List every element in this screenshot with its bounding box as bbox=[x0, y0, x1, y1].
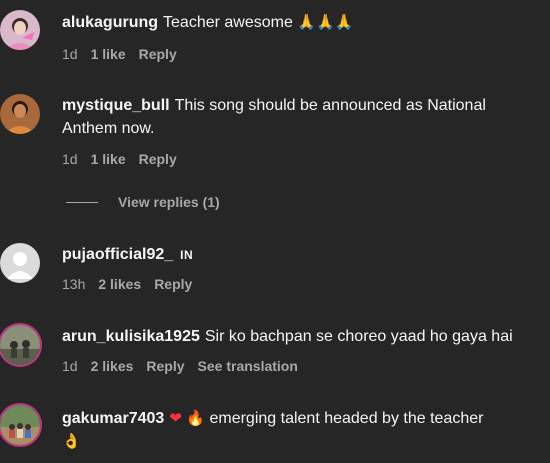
comment-meta: 1d 2 likes Reply See translation bbox=[62, 358, 298, 374]
avatar[interactable] bbox=[0, 405, 40, 445]
see-translation-button[interactable]: See translation bbox=[198, 358, 298, 374]
comment-body: alukagurung Teacher awesome 🙏🙏🙏 bbox=[62, 11, 540, 34]
profile-photo-icon bbox=[0, 94, 40, 134]
comment-body: arun_kulisika1925 Sir ko bachpan se chore… bbox=[62, 325, 540, 348]
comment-username[interactable]: mystique_bull bbox=[62, 97, 170, 114]
red-heart-icon: ❤ bbox=[169, 409, 182, 427]
view-replies-button[interactable]: View replies (1) bbox=[66, 194, 220, 210]
view-replies-label[interactable]: View replies (1) bbox=[118, 194, 220, 210]
comment-username[interactable]: alukagurung bbox=[62, 14, 158, 31]
comment-text: Teacher awesome bbox=[163, 14, 293, 31]
folded-hands-icon: 🙏 bbox=[316, 13, 335, 31]
ok-hand-icon: 👌 bbox=[62, 432, 81, 450]
reply-button[interactable]: Reply bbox=[139, 46, 177, 62]
profile-photo-icon bbox=[0, 405, 40, 445]
comment-body: pujaofficial92_ IN bbox=[62, 243, 540, 267]
comment-username[interactable]: gakumar7403 bbox=[62, 410, 164, 427]
comment-time: 1d bbox=[62, 46, 78, 62]
reply-button[interactable]: Reply bbox=[146, 358, 184, 374]
comment-meta: 1d 1 like Reply bbox=[62, 46, 177, 62]
default-avatar-icon bbox=[0, 243, 40, 283]
reply-button[interactable]: Reply bbox=[154, 276, 192, 292]
reply-button[interactable]: Reply bbox=[139, 151, 177, 167]
comment-text: Sir ko bachpan se choreo yaad ho gaya ha… bbox=[204, 328, 513, 345]
likes-count[interactable]: 2 likes bbox=[91, 358, 134, 374]
country-badge: IN bbox=[180, 248, 194, 262]
avatar[interactable] bbox=[0, 10, 40, 50]
fire-icon: 🔥 bbox=[186, 409, 206, 427]
comment-time: 1d bbox=[62, 151, 78, 167]
comment-time: 1d bbox=[62, 358, 78, 374]
likes-count[interactable]: 1 like bbox=[91, 151, 126, 167]
comment-text: emerging talent headed by the teacher bbox=[209, 410, 484, 427]
comment-username[interactable]: pujaofficial92_ bbox=[62, 246, 173, 263]
profile-photo-icon bbox=[0, 10, 40, 50]
avatar[interactable] bbox=[0, 243, 40, 283]
comment-meta: 13h 2 likes Reply bbox=[62, 276, 192, 292]
comment-body: mystique_bull This song should be announc… bbox=[62, 94, 540, 140]
comment-meta: 1d 1 like Reply bbox=[62, 151, 177, 167]
likes-count[interactable]: 2 likes bbox=[98, 276, 141, 292]
folded-hands-icon: 🙏 bbox=[297, 13, 316, 31]
folded-hands-icon: 🙏 bbox=[334, 13, 354, 31]
comment-username[interactable]: arun_kulisika1925 bbox=[62, 328, 200, 345]
profile-photo-icon bbox=[0, 325, 40, 365]
comment-body: gakumar7403 ❤ 🔥 emerging talent headed by… bbox=[62, 407, 540, 453]
replies-divider bbox=[66, 201, 98, 203]
avatar[interactable] bbox=[0, 325, 40, 365]
comment-time: 13h bbox=[62, 276, 86, 292]
avatar[interactable] bbox=[0, 94, 40, 134]
likes-count[interactable]: 1 like bbox=[91, 46, 126, 62]
